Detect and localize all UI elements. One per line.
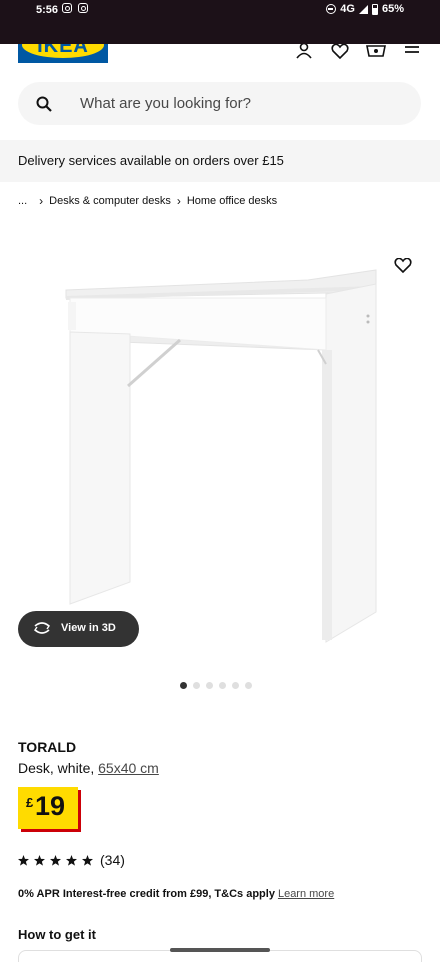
delivery-banner-text: Delivery services available on orders ov… — [18, 153, 284, 168]
view-in-3d-label: View in 3D — [61, 622, 116, 634]
learn-more-link[interactable]: Learn more — [278, 888, 334, 900]
price-tag: £ 19 — [18, 787, 78, 829]
battery-level: 65% — [381, 3, 404, 15]
rotate-3d-icon — [32, 621, 52, 640]
search-bar[interactable]: What are you looking for? — [18, 82, 421, 125]
breadcrumb-ellipsis[interactable]: ... — [18, 195, 27, 207]
search-placeholder: What are you looking for? — [80, 95, 251, 112]
instagram-notification-icon — [62, 3, 72, 13]
logo-text: IKEA — [37, 44, 89, 57]
add-to-wishlist-heart-icon[interactable] — [394, 257, 412, 279]
star-icon — [34, 854, 45, 866]
star-icon — [50, 854, 61, 866]
rating[interactable]: (34) — [18, 852, 125, 868]
carousel-dot[interactable] — [180, 682, 187, 689]
delivery-banner[interactable]: Delivery services available on orders ov… — [0, 140, 440, 182]
product-description-text: Desk, white, — [18, 760, 99, 776]
status-bar: 5:56 4G 65% — [0, 0, 440, 44]
basket-icon[interactable] — [366, 44, 386, 60]
star-icon — [66, 854, 77, 866]
carousel-dot[interactable] — [245, 682, 252, 689]
site-header: IKEA — [0, 44, 440, 70]
carousel-dot[interactable] — [219, 682, 226, 689]
search-icon — [36, 96, 52, 117]
carousel-dot[interactable] — [206, 682, 213, 689]
product-name: TORALD — [18, 739, 77, 755]
product-description: Desk, white, 65x40 cm — [18, 760, 159, 776]
view-in-3d-button[interactable]: View in 3D — [18, 611, 139, 647]
menu-icon[interactable] — [402, 44, 422, 60]
status-indicators: 4G 65% — [326, 3, 404, 15]
chevron-right-icon: › — [39, 194, 44, 208]
instagram-notification-icon — [78, 3, 88, 13]
how-to-get-it-title: How to get it — [18, 927, 96, 942]
chevron-right-icon: › — [176, 194, 181, 208]
breadcrumb-item[interactable]: Desks & computer desks — [49, 195, 171, 207]
product-size-link[interactable]: 65x40 cm — [98, 760, 159, 776]
battery-icon — [371, 3, 378, 15]
price-value: 19 — [35, 791, 66, 821]
carousel-dot[interactable] — [193, 682, 200, 689]
home-indicator[interactable] — [170, 948, 270, 952]
do-not-disturb-icon — [326, 4, 337, 14]
star-icon — [82, 854, 93, 866]
credit-info: 0% APR Interest-free credit from £99, T&… — [18, 888, 334, 900]
network-type: 4G — [340, 3, 355, 15]
ikea-logo[interactable]: IKEA — [18, 44, 108, 63]
carousel-dot[interactable] — [232, 682, 239, 689]
product-image[interactable] — [40, 240, 400, 660]
signal-icon — [358, 4, 368, 14]
review-count: (34) — [100, 852, 125, 868]
breadcrumb: ... › Desks & computer desks › Home offi… — [18, 194, 277, 208]
profile-icon[interactable] — [294, 44, 314, 60]
price-currency: £ — [26, 795, 34, 810]
status-time: 5:56 — [36, 4, 59, 16]
credit-text: 0% APR Interest-free credit from £99, T&… — [18, 888, 275, 900]
star-icon — [18, 854, 29, 866]
heart-icon[interactable] — [330, 44, 350, 60]
carousel-dots — [180, 682, 252, 689]
breadcrumb-item[interactable]: Home office desks — [187, 195, 277, 207]
